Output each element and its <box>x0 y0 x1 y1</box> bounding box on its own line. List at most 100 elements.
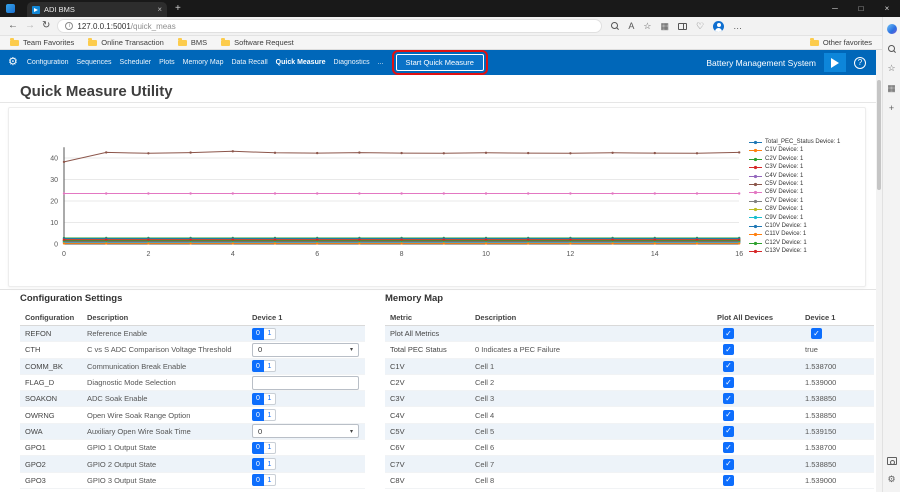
settings-gear-icon[interactable]: ⚙ <box>8 57 18 68</box>
nav-item-scheduler[interactable]: Scheduler <box>120 59 152 66</box>
metric-name: C7V <box>390 460 475 469</box>
toggle-option-1[interactable]: 1 <box>264 393 276 405</box>
legend-item[interactable]: C11V Device: 1 <box>749 231 861 238</box>
device1-value: 1.539000 <box>805 476 836 485</box>
tab-close-icon[interactable]: × <box>157 6 162 14</box>
split-screen-icon[interactable] <box>678 23 687 30</box>
device1-checkbox[interactable]: ✓ <box>811 328 822 339</box>
legend-item[interactable]: C8V Device: 1 <box>749 206 861 213</box>
favorite-folder[interactable]: Online Transaction <box>88 38 164 47</box>
plot-checkbox[interactable]: ✓ <box>723 475 734 486</box>
memory-map-panel: Memory Map MetricDescriptionPlot All Dev… <box>385 293 874 489</box>
plot-checkbox[interactable]: ✓ <box>723 426 734 437</box>
toggle-option-1[interactable]: 1 <box>264 474 276 486</box>
favorite-folder[interactable]: Software Request <box>221 38 294 47</box>
memory-table-header: MetricDescriptionPlot All DevicesDevice … <box>385 310 874 326</box>
toggle-option-0[interactable]: 0 <box>252 328 264 340</box>
plot-checkbox[interactable]: ✓ <box>723 328 734 339</box>
adi-logo <box>824 53 846 72</box>
help-icon[interactable]: ? <box>854 57 866 69</box>
device1-control: 01 <box>252 442 365 454</box>
legend-item[interactable]: C9V Device: 1 <box>749 215 861 222</box>
screenshot-icon[interactable] <box>887 457 897 465</box>
address-bar[interactable]: i 127.0.0.1:5001/quick_meas <box>57 19 602 33</box>
scrollbar-thumb[interactable] <box>877 80 881 190</box>
toggle-option-0[interactable]: 0 <box>252 360 264 372</box>
toggle-option-0[interactable]: 0 <box>252 442 264 454</box>
cth-select[interactable]: 0▾ <box>252 343 359 357</box>
close-button[interactable]: × <box>874 0 900 17</box>
sidebar-settings-gear-icon[interactable]: ⚙ <box>887 475 895 484</box>
plot-all-devices-cell: ✓ <box>717 426 805 437</box>
flag_d-input[interactable] <box>252 376 359 390</box>
legend-item[interactable]: C12V Device: 1 <box>749 240 861 247</box>
toggle-option-0[interactable]: 0 <box>252 393 264 405</box>
plot-checkbox[interactable]: ✓ <box>723 410 734 421</box>
toggle-option-1[interactable]: 1 <box>264 458 276 470</box>
owa-select[interactable]: 0▾ <box>252 424 359 438</box>
profile-avatar[interactable] <box>713 21 724 32</box>
legend-label: C1V Device: 1 <box>765 147 803 154</box>
legend-item[interactable]: C7V Device: 1 <box>749 198 861 205</box>
nav-item-memory-map[interactable]: Memory Map <box>183 59 224 66</box>
toggle-option-1[interactable]: 1 <box>264 328 276 340</box>
toggle-option-0[interactable]: 0 <box>252 474 264 486</box>
legend-item[interactable]: C3V Device: 1 <box>749 164 861 171</box>
legend-item[interactable]: Total_PEC_Status Device: 1 <box>749 139 861 146</box>
plot-checkbox[interactable]: ✓ <box>723 344 734 355</box>
nav-item-plots[interactable]: Plots <box>159 59 175 66</box>
new-tab-button[interactable]: + <box>175 3 181 14</box>
plot-checkbox[interactable]: ✓ <box>723 361 734 372</box>
sidebar-collections-icon[interactable]: ▦ <box>887 84 896 93</box>
toggle-option-1[interactable]: 1 <box>264 409 276 421</box>
favorite-folder[interactable]: Team Favorites <box>10 38 74 47</box>
read-aloud-icon[interactable]: A <box>628 22 634 31</box>
more-menu-icon[interactable]: … <box>733 22 742 31</box>
nav-item-[interactable]: ... <box>378 59 384 66</box>
toggle-option-0[interactable]: 0 <box>252 458 264 470</box>
minimize-button[interactable]: ─ <box>822 0 848 17</box>
legend-item[interactable]: C13V Device: 1 <box>749 248 861 255</box>
back-button[interactable]: ← <box>8 21 18 31</box>
toolbar-icons: A ☆ ▦ ♡ … <box>611 21 742 32</box>
nav-item-diagnostics[interactable]: Diagnostics <box>333 59 369 66</box>
toggle-option-1[interactable]: 1 <box>264 360 276 372</box>
legend-item[interactable]: C5V Device: 1 <box>749 181 861 188</box>
browser-tab[interactable]: ADI BMS × <box>27 2 167 17</box>
plot-checkbox[interactable]: ✓ <box>723 459 734 470</box>
copilot-icon[interactable] <box>887 24 897 34</box>
legend-item[interactable]: C1V Device: 1 <box>749 147 861 154</box>
toggle-option-1[interactable]: 1 <box>264 442 276 454</box>
site-info-icon[interactable]: i <box>65 22 73 30</box>
sidebar-bottom: ⚙ <box>887 457 897 492</box>
url-text: 127.0.0.1:5001/quick_meas <box>77 22 175 31</box>
configuration-settings-panel: Configuration Settings ConfigurationDesc… <box>20 293 365 489</box>
refresh-button[interactable]: ↻ <box>42 21 50 31</box>
nav-item-data-recall[interactable]: Data Recall <box>231 59 267 66</box>
legend-item[interactable]: C2V Device: 1 <box>749 156 861 163</box>
sidebar-favorites-icon[interactable]: ☆ <box>887 64 895 73</box>
legend-marker-icon <box>749 232 762 237</box>
legend-item[interactable]: C6V Device: 1 <box>749 189 861 196</box>
collections-icon[interactable]: ▦ <box>660 22 669 31</box>
nav-item-configuration[interactable]: Configuration <box>27 59 69 66</box>
other-favorites[interactable]: Other favorites <box>810 38 872 47</box>
sidebar-search-icon[interactable] <box>888 45 896 53</box>
sidebar-add-icon[interactable]: + <box>889 104 894 113</box>
plot-checkbox[interactable]: ✓ <box>723 377 734 388</box>
device1-cell: 1.538850 <box>805 460 874 469</box>
legend-item[interactable]: C10V Device: 1 <box>749 223 861 230</box>
plot-checkbox[interactable]: ✓ <box>723 442 734 453</box>
browser-essentials-icon[interactable]: ♡ <box>696 22 704 31</box>
favorite-folder[interactable]: BMS <box>178 38 207 47</box>
favorites-star-icon[interactable]: ☆ <box>643 22 651 31</box>
nav-item-quick-measure[interactable]: Quick Measure <box>276 59 326 66</box>
toggle-option-0[interactable]: 0 <box>252 409 264 421</box>
plot-checkbox[interactable]: ✓ <box>723 393 734 404</box>
zoom-search-icon[interactable] <box>611 22 619 30</box>
nav-item-sequences[interactable]: Sequences <box>77 59 112 66</box>
maximize-button[interactable]: □ <box>848 0 874 17</box>
legend-item[interactable]: C4V Device: 1 <box>749 173 861 180</box>
owrng-toggle: 01 <box>252 409 276 421</box>
start-quick-measure-button[interactable]: Start Quick Measure <box>396 54 484 71</box>
